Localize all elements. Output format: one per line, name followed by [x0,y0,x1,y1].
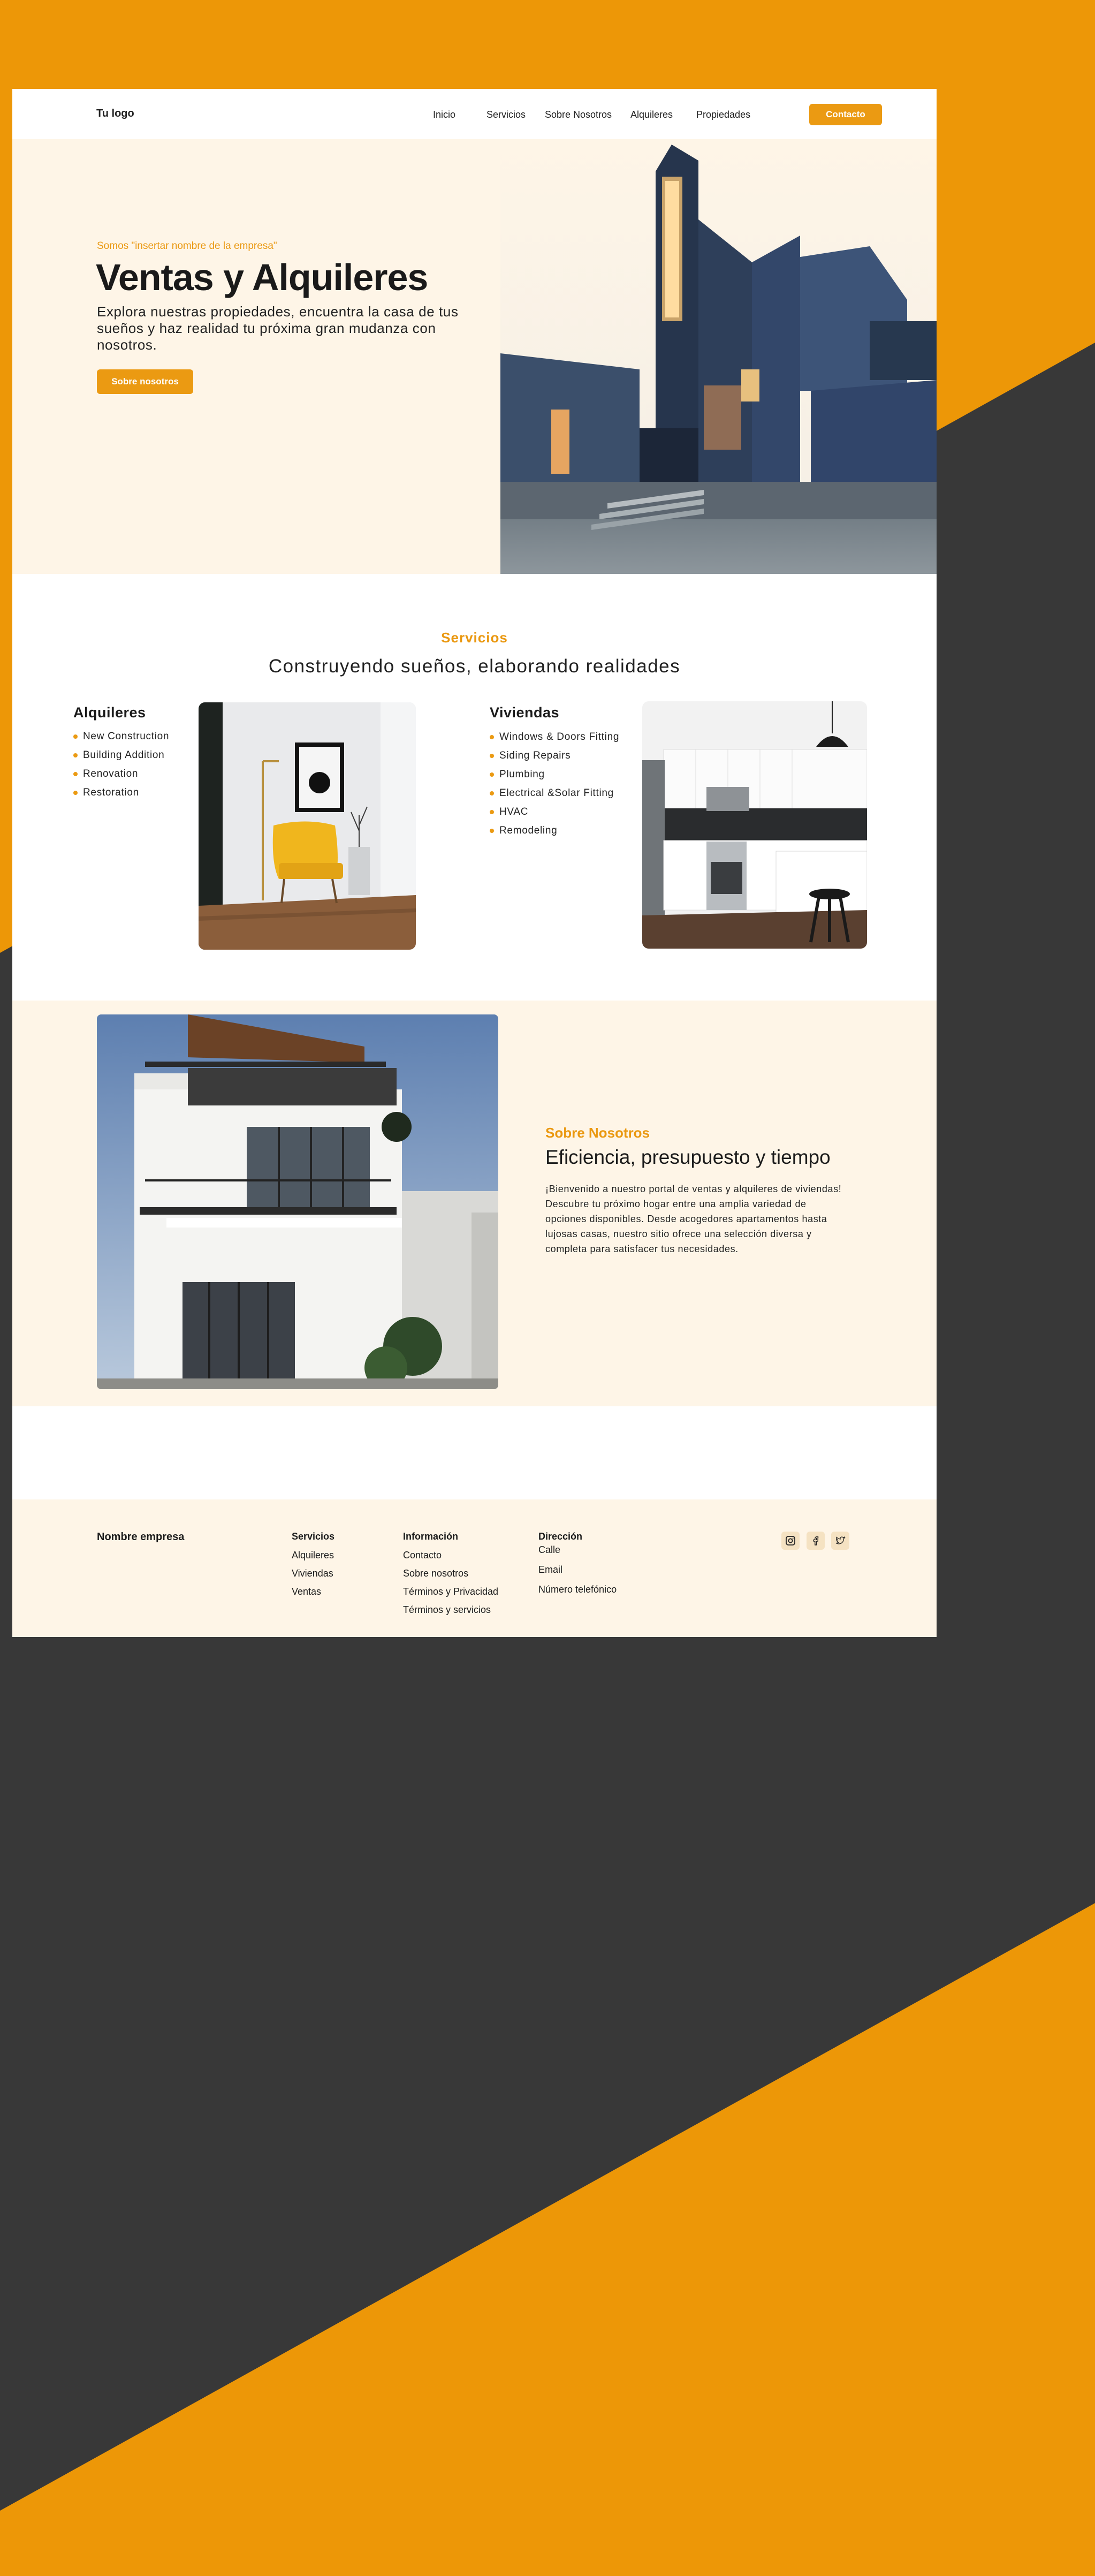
footer-link[interactable]: Alquileres [292,1550,334,1568]
list-item: Plumbing [490,765,619,784]
footer-link[interactable]: Sobre nosotros [403,1568,498,1586]
about-text: ¡Bienvenido a nuestro portal de ventas y… [545,1184,842,1254]
footer-link[interactable]: Contacto [403,1550,498,1568]
rentals-list: New Construction Building Addition Renov… [73,727,169,802]
footer-column-info: Información Contacto Sobre nosotros Térm… [403,1531,498,1623]
list-item-label: New Construction [83,730,170,742]
bullet-dot [490,828,494,833]
bullet-dot [73,790,78,795]
footer-link[interactable]: Términos y Privacidad [403,1586,498,1604]
about-section: Sobre Nosotros Eficiencia, presupuesto y… [12,1001,937,1406]
list-item-label: Building Addition [83,749,165,761]
nav-item-servicios[interactable]: Servicios [486,109,526,120]
footer-link[interactable]: Email [538,1564,617,1584]
list-item: Building Addition [73,746,169,764]
about-title: Eficiencia, presupuesto y tiempo [545,1146,831,1168]
list-item: New Construction [73,727,169,746]
list-item-label: Renovation [83,768,139,779]
footer-column-title: Información [403,1531,459,1542]
list-item-label: Siding Repairs [499,749,571,761]
list-item-label: Windows & Doors Fitting [499,731,620,743]
list-item: Siding Repairs [490,746,619,765]
about-kicker: Sobre Nosotros [545,1125,650,1141]
nav-item-inicio[interactable]: Inicio [433,109,455,120]
list-item-label: Electrical &Solar Fitting [499,787,614,799]
list-item: Restoration [73,783,169,802]
footer-column-address: Dirección Calle Email Número telefónico [538,1531,617,1602]
kitchen-image [642,701,867,949]
footer-column-title: Servicios [292,1531,335,1542]
footer-column-services: Servicios Alquileres Viviendas Ventas [292,1531,334,1604]
nav-item-propiedades[interactable]: Propiedades [696,109,750,120]
hero-section: Somos "insertar nombre de la empresa" Ve… [12,139,937,574]
footer: Nombre empresa Servicios Alquileres Vivi… [12,1499,937,1637]
hero-house-image [500,139,937,574]
bullet-dot [73,734,78,739]
homes-title: Viviendas [490,704,560,721]
nav-item-alquileres[interactable]: Alquileres [630,109,673,120]
list-item-label: Plumbing [499,768,545,780]
list-item: Windows & Doors Fitting [490,728,619,746]
twitter-icon[interactable] [831,1532,849,1550]
services-kicker: Servicios [441,630,508,646]
bullet-dot [73,753,78,757]
instagram-icon[interactable] [781,1532,800,1550]
about-us-button[interactable]: Sobre nosotros [97,369,193,394]
services-section: Servicios Construyendo sueños, elaborand… [12,574,937,1001]
footer-link[interactable]: Número telefónico [538,1584,617,1602]
bullet-dot [490,791,494,795]
contact-button[interactable]: Contacto [809,104,882,125]
list-item: HVAC [490,802,619,821]
list-item-label: Remodeling [499,824,558,836]
bullet-dot [73,771,78,776]
website-page: Tu logo Inicio Servicios Sobre Nosotros … [12,89,937,1637]
navbar: Tu logo Inicio Servicios Sobre Nosotros … [12,89,937,139]
list-item: Renovation [73,764,169,783]
footer-column-title: Dirección [538,1531,583,1542]
living-room-image [199,702,416,950]
services-title: Construyendo sueños, elaborando realidad… [268,656,681,677]
nav-item-sobre-nosotros[interactable]: Sobre Nosotros [545,109,612,120]
hero-description: Explora nuestras propiedades, encuentra … [97,304,459,353]
logo[interactable]: Tu logo [96,108,134,120]
bullet-dot [490,809,494,814]
bullet-dot [490,753,494,758]
bullet-dot [490,734,494,739]
list-item: Electrical &Solar Fitting [490,784,619,802]
footer-link[interactable]: Viviendas [292,1568,334,1586]
footer-brand: Nombre empresa [97,1531,185,1543]
modern-house-image [97,1014,498,1389]
facebook-icon[interactable] [807,1532,825,1550]
footer-link[interactable]: Calle [538,1544,617,1564]
list-item-label: Restoration [83,786,139,798]
homes-list: Windows & Doors Fitting Siding Repairs P… [490,728,619,840]
hero-kicker: Somos "insertar nombre de la empresa" [97,240,277,252]
bullet-dot [490,772,494,777]
rentals-title: Alquileres [73,704,146,721]
list-item-label: HVAC [499,806,529,817]
list-item: Remodeling [490,821,619,840]
footer-link[interactable]: Ventas [292,1586,334,1604]
hero-title: Ventas y Alquileres [96,256,428,298]
footer-link[interactable]: Términos y servicios [403,1604,498,1623]
